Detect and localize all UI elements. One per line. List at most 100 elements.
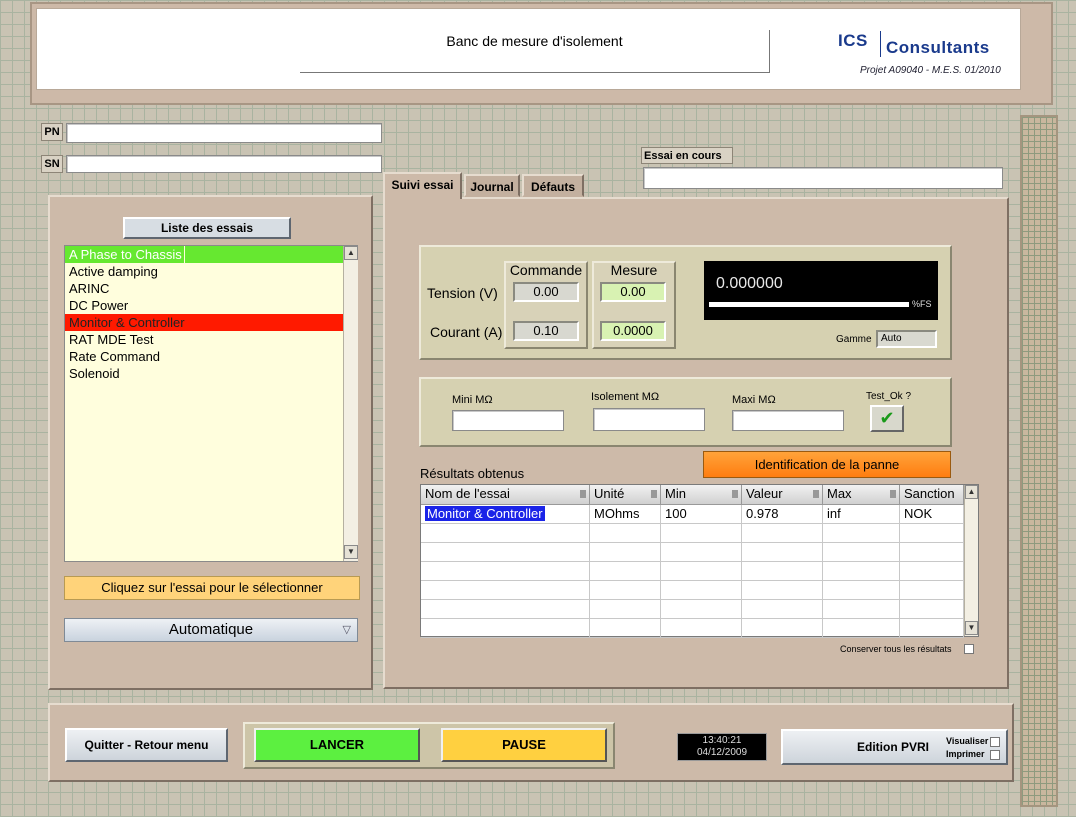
table-cell[interactable] [900,619,964,638]
tab-defauts[interactable]: Défauts [522,174,584,197]
list-item[interactable]: DC Power [65,297,343,314]
table-cell[interactable] [421,581,590,600]
sort-icon [580,490,586,498]
pause-button[interactable]: PAUSE [441,728,607,762]
table-cell[interactable] [661,600,742,619]
list-item[interactable]: RAT MDE Test [65,331,343,348]
commande-header: Commande [509,262,583,278]
imprimer-label: Imprimer [946,749,985,759]
scroll-down-icon[interactable]: ▼ [965,621,978,635]
table-cell[interactable]: MOhms [590,505,661,524]
table-cell[interactable] [900,562,964,581]
list-item[interactable]: ARINC [65,280,343,297]
logo-ics: ICS [838,31,868,50]
column-header[interactable]: Min [661,485,742,505]
table-cell[interactable] [590,543,661,562]
column-header-label: Nom de l'essai [425,486,510,501]
table-cell[interactable] [661,543,742,562]
column-header-label: Valeur [746,486,783,501]
column-header[interactable]: Max [823,485,900,505]
test-ok-checkbox[interactable]: ✔ [870,405,904,432]
table-cell[interactable]: NOK [900,505,964,524]
column-header[interactable]: Unité [590,485,661,505]
identification-panne-button[interactable]: Identification de la panne [703,451,951,478]
table-cell[interactable]: 0.978 [742,505,823,524]
results-table[interactable]: Nom de l'essai Unité Min Valeur Max Sanc… [420,484,979,638]
list-item[interactable]: Active damping [65,263,343,280]
app-title: Banc de mesure d'isolement [300,30,770,73]
mini-label: Mini MΩ [452,394,493,406]
table-cell[interactable]: 100 [661,505,742,524]
table-cell[interactable] [590,600,661,619]
tab-journal[interactable]: Journal [464,174,520,197]
column-header-label: Min [665,486,686,501]
logo-separator [880,31,881,57]
table-cell[interactable] [823,600,900,619]
mini-field [452,410,564,431]
table-cell[interactable] [742,600,823,619]
test-list[interactable]: A Phase to Chassis Active damping ARINC … [64,245,358,562]
quit-button[interactable]: Quitter - Retour menu [65,728,228,762]
pn-input[interactable] [66,123,382,143]
results-scrollbar[interactable]: ▲ ▼ [964,485,978,636]
table-cell[interactable] [590,581,661,600]
table-cell[interactable] [823,562,900,581]
table-cell[interactable] [742,543,823,562]
table-cell[interactable] [421,562,590,581]
table-cell[interactable] [823,524,900,543]
measure-display: 0.000000 %FS [704,261,938,320]
column-header[interactable]: Sanction [900,485,964,505]
table-cell[interactable] [590,562,661,581]
sn-input[interactable] [66,155,382,173]
table-cell[interactable] [823,543,900,562]
table-cell[interactable] [661,562,742,581]
lancer-button[interactable]: LANCER [254,728,420,762]
scroll-down-icon[interactable]: ▼ [344,545,358,559]
table-cell[interactable] [661,619,742,638]
table-cell[interactable] [421,524,590,543]
table-cell[interactable] [900,543,964,562]
project-label: Projet A09040 - M.E.S. 01/2010 [860,65,1001,76]
table-cell[interactable]: Monitor & Controller [421,505,590,524]
table-cell[interactable] [900,581,964,600]
tab-suivi-essai[interactable]: Suivi essai [383,172,462,199]
table-cell[interactable] [900,600,964,619]
table-cell[interactable] [421,600,590,619]
table-cell[interactable] [742,524,823,543]
list-scrollbar[interactable]: ▲ ▼ [343,246,358,561]
courant-label: Courant (A) [430,324,503,340]
table-cell[interactable] [742,619,823,638]
clock-display: 13:40:21 04/12/2009 [677,733,767,761]
list-item[interactable]: Solenoid [65,365,343,382]
edition-pvri-button[interactable]: Edition PVRI [857,740,929,754]
list-item[interactable]: A Phase to Chassis [65,246,184,263]
table-cell[interactable] [900,524,964,543]
mode-select[interactable]: Automatique ▽ [64,618,358,642]
table-cell[interactable] [661,581,742,600]
table-cell[interactable] [661,524,742,543]
scroll-up-icon[interactable]: ▲ [344,246,358,260]
test-ok-label: Test_Ok ? [866,391,912,402]
tension-label: Tension (V) [427,285,498,301]
conserver-checkbox[interactable] [964,644,974,654]
display-value: 0.000000 [716,275,783,292]
select-hint: Cliquez sur l'essai pour le sélectionner [64,576,360,600]
table-cell[interactable]: inf [823,505,900,524]
column-header[interactable]: Valeur [742,485,823,505]
table-cell[interactable] [742,581,823,600]
table-cell[interactable] [421,619,590,638]
column-header[interactable]: Nom de l'essai [421,485,590,505]
cell-text: Monitor & Controller [425,506,545,521]
mode-select-value: Automatique [168,621,254,638]
imprimer-checkbox[interactable] [990,750,1000,760]
table-cell[interactable] [742,562,823,581]
table-cell[interactable] [823,619,900,638]
table-cell[interactable] [590,619,661,638]
table-cell[interactable] [823,581,900,600]
list-item[interactable]: Rate Command [65,348,343,365]
visualiser-checkbox[interactable] [990,737,1000,747]
table-cell[interactable] [590,524,661,543]
list-item[interactable]: Monitor & Controller [65,314,343,331]
table-cell[interactable] [421,543,590,562]
scroll-up-icon[interactable]: ▲ [965,485,978,499]
